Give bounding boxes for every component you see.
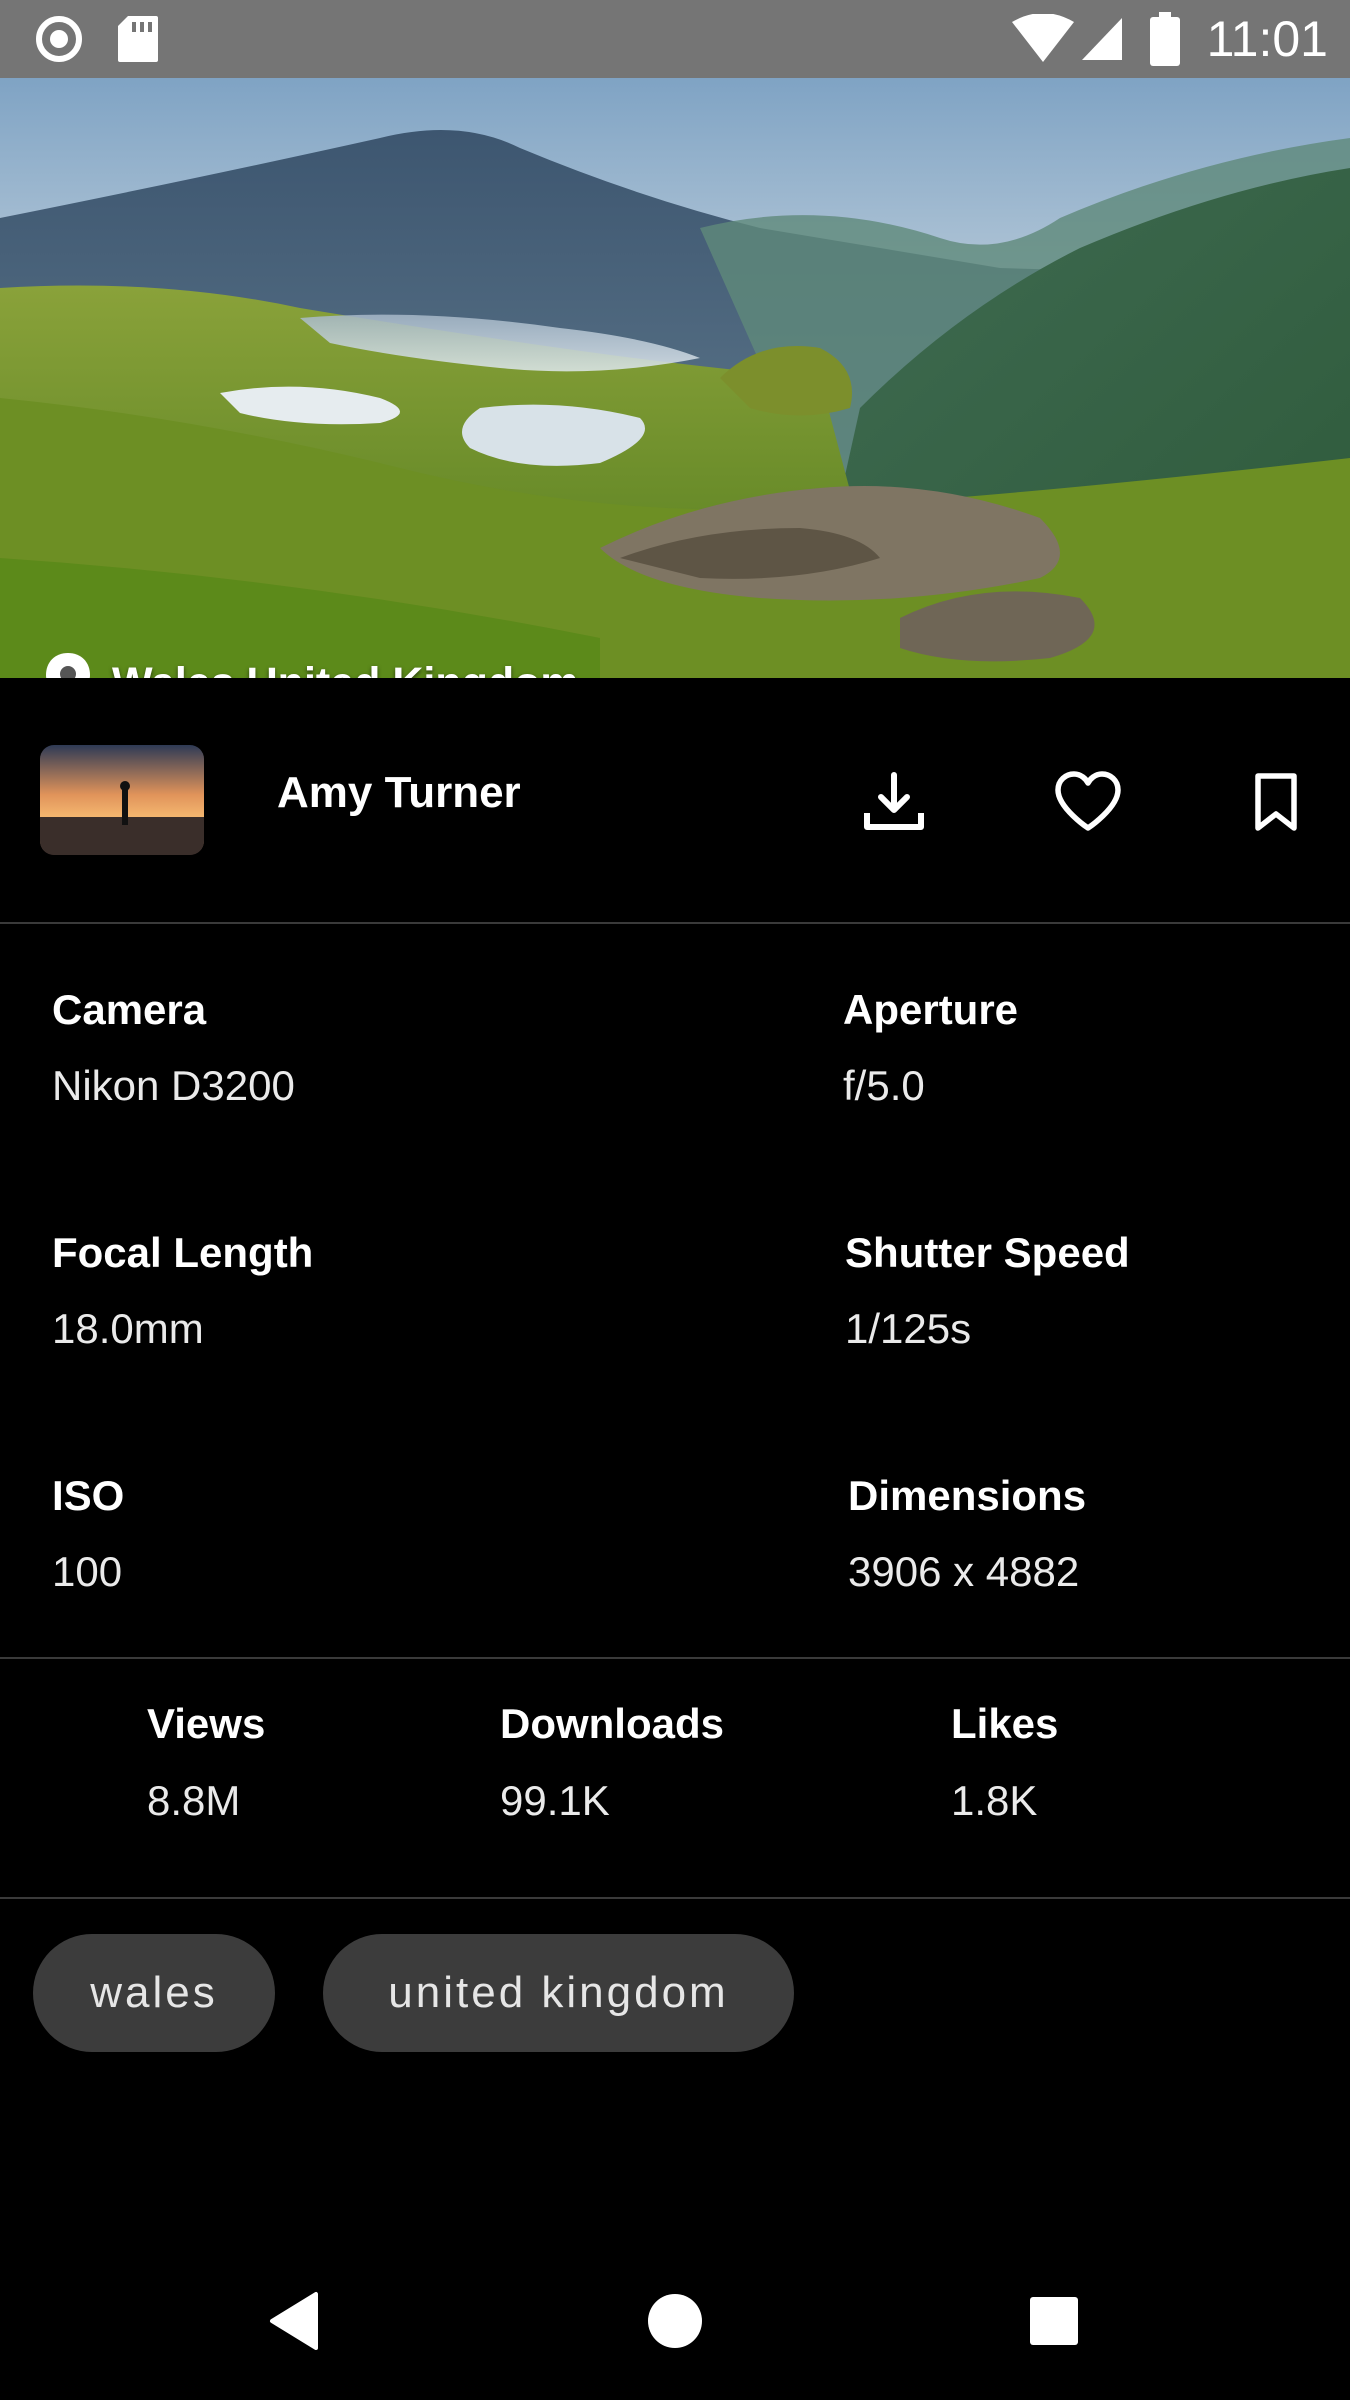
- download-icon: [864, 772, 924, 830]
- record-icon: [36, 16, 82, 62]
- location-pin-icon: [46, 653, 90, 678]
- tag-chip[interactable]: wales: [33, 1934, 275, 2052]
- shutter-speed-value: 1/125s: [845, 1305, 972, 1352]
- bookmark-button[interactable]: [1238, 764, 1314, 840]
- dimensions-value: 3906 x 4882: [848, 1548, 1080, 1595]
- cell-signal-icon: [1082, 18, 1122, 60]
- tag-chip[interactable]: united kingdom: [323, 1934, 794, 2052]
- likes-label: Likes: [951, 1700, 1059, 1747]
- iso-label: ISO: [52, 1472, 125, 1519]
- aperture-label: Aperture: [843, 986, 1019, 1033]
- author-name[interactable]: Amy Turner: [277, 768, 521, 818]
- download-button[interactable]: [856, 764, 932, 840]
- wifi-icon: [1012, 14, 1074, 62]
- photo-hero[interactable]: Wales,United Kingdom: [0, 78, 1350, 678]
- iso-value: 100: [52, 1548, 123, 1595]
- photo-location: Wales,United Kingdom: [44, 648, 579, 678]
- bookmark-icon: [1255, 773, 1297, 831]
- status-time: 11:01: [1206, 11, 1328, 67]
- author-row: Amy Turner: [0, 678, 1350, 924]
- back-button[interactable]: [254, 2286, 334, 2356]
- home-icon: [648, 2294, 702, 2348]
- downloads-value: 99.1K: [500, 1777, 610, 1824]
- recents-button[interactable]: [1014, 2286, 1094, 2356]
- location-label: Wales,United Kingdom: [112, 659, 579, 679]
- like-button[interactable]: [1050, 764, 1126, 840]
- avatar-image: [40, 745, 204, 855]
- camera-value: Nikon D3200: [52, 1062, 295, 1109]
- views-value: 8.8M: [147, 1777, 241, 1824]
- shutter-speed-label: Shutter Speed: [845, 1229, 1130, 1276]
- divider: [0, 922, 1350, 924]
- likes-value: 1.8K: [951, 1777, 1038, 1824]
- sd-card-icon: [118, 16, 158, 62]
- divider: [0, 1897, 1350, 1899]
- battery-icon: [1150, 12, 1180, 66]
- dimensions-label: Dimensions: [848, 1472, 1087, 1519]
- status-bar: 11:01: [0, 0, 1350, 78]
- avatar[interactable]: [40, 745, 204, 855]
- downloads-label: Downloads: [500, 1700, 725, 1747]
- focal-length-value: 18.0mm: [52, 1305, 204, 1352]
- focal-length-label: Focal Length: [52, 1229, 314, 1276]
- aperture-value: f/5.0: [843, 1062, 925, 1109]
- landscape-photo: [0, 78, 1350, 678]
- recents-icon: [1030, 2297, 1078, 2345]
- divider: [0, 1657, 1350, 1659]
- views-label: Views: [147, 1700, 266, 1747]
- camera-label: Camera: [52, 986, 207, 1033]
- back-icon: [270, 2292, 318, 2350]
- home-button[interactable]: [635, 2286, 715, 2356]
- heart-icon: [1055, 771, 1121, 831]
